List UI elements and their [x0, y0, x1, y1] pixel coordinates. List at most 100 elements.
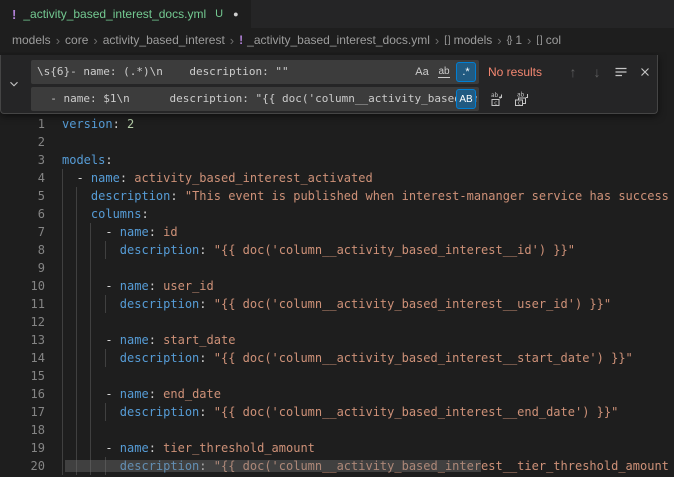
code-line[interactable]: 12	[0, 313, 674, 331]
code-line[interactable]: 19 - name: tier_threshold_amount	[0, 439, 674, 457]
find-in-selection-button[interactable]	[610, 61, 632, 83]
unsaved-dot-icon[interactable]: ●	[233, 9, 238, 19]
code-line[interactable]: 10 - name: user_id	[0, 277, 674, 295]
toggle-replace-chevron[interactable]	[1, 55, 27, 113]
line-number: 7	[0, 223, 45, 241]
breadcrumb-separator: ›	[55, 33, 61, 48]
arrow-down-icon: ↓	[594, 64, 601, 80]
code-line-text: description: "{{ doc('column__activity_b…	[0, 403, 674, 421]
indent-guide	[76, 349, 77, 367]
breadcrumb: models › core › activity_based_interest ›! _ac…	[0, 28, 674, 52]
breadcrumb-label: _activity_based_interest_docs.yml	[247, 33, 430, 47]
indent-guide	[90, 421, 91, 439]
code-line[interactable]: 2	[0, 133, 674, 151]
indent-guide	[90, 277, 91, 295]
code-line[interactable]: 7 - name: id	[0, 223, 674, 241]
code-line[interactable]: 4 - name: activity_based_interest_activa…	[0, 169, 674, 187]
svg-text:ab: ab	[517, 92, 525, 99]
line-number: 11	[0, 295, 45, 313]
replace-input-value: - name: $1\n description: "{{ doc('colum…	[37, 87, 477, 111]
whole-word-toggle[interactable]: ab	[434, 62, 454, 82]
preserve-case-toggle[interactable]: AB	[456, 89, 476, 109]
replace-all-button[interactable]: ab c	[511, 88, 533, 110]
indent-guide	[90, 223, 91, 241]
svg-text:c: c	[494, 101, 497, 107]
breadcrumb-separator: ›	[92, 33, 98, 48]
code-line[interactable]: 13 - name: start_date	[0, 331, 674, 349]
replace-all-icon: ab c	[514, 91, 530, 107]
editor[interactable]: 1version: 223models:4 - name: activity_b…	[0, 52, 674, 477]
symbol-array-icon: [ ]	[444, 35, 449, 46]
indent-guide	[62, 313, 63, 331]
code-line-text: - name: id	[0, 223, 674, 241]
indent-guide	[62, 403, 63, 421]
code-line-text: description: "This event is published wh…	[0, 187, 674, 205]
indent-guide	[90, 295, 91, 313]
code-line[interactable]: 14 description: "{{ doc('column__activit…	[0, 349, 674, 367]
indent-guide	[105, 403, 106, 421]
selection-icon	[613, 64, 629, 80]
breadcrumb-item-activity_based_interest[interactable]: activity_based_interest	[103, 33, 225, 47]
tab-activity-based-interest-docs[interactable]: ! _activity_based_interest_docs.yml U ●	[0, 0, 251, 28]
regex-toggle[interactable]: .*	[456, 62, 476, 82]
replace-input[interactable]: - name: $1\n description: "{{ doc('colum…	[31, 87, 479, 111]
replace-button[interactable]: ab c	[487, 88, 509, 110]
indent-guide	[76, 241, 77, 259]
indent-guide	[76, 277, 77, 295]
horizontal-scrollbar[interactable]	[65, 460, 481, 472]
yaml-file-icon: !	[239, 33, 243, 47]
breadcrumb-separator: ›	[434, 33, 440, 48]
code-line-text: models:	[0, 151, 674, 169]
indent-guide	[62, 457, 63, 475]
code-line-text: - name: activity_based_interest_activate…	[0, 169, 674, 187]
code-line[interactable]: 17 description: "{{ doc('column__activit…	[0, 403, 674, 421]
next-match-button[interactable]: ↓	[586, 61, 608, 83]
indent-guide	[62, 277, 63, 295]
previous-match-button[interactable]: ↑	[562, 61, 584, 83]
symbol-object-icon: {}	[507, 35, 512, 46]
line-number: 4	[0, 169, 45, 187]
indent-guide	[90, 439, 91, 457]
close-icon	[638, 65, 652, 79]
indent-guide	[76, 421, 77, 439]
indent-guide	[62, 331, 63, 349]
indent-guide	[62, 421, 63, 439]
line-number: 2	[0, 133, 45, 151]
indent-guide	[62, 439, 63, 457]
indent-guide	[62, 241, 63, 259]
line-number: 15	[0, 367, 45, 385]
code-line[interactable]: 9	[0, 259, 674, 277]
symbol-array-icon: [ ]	[536, 35, 541, 46]
line-number: 17	[0, 403, 45, 421]
code-line[interactable]: 11 description: "{{ doc('column__activit…	[0, 295, 674, 313]
indent-guide	[62, 223, 63, 241]
replace-icon: ab c	[490, 91, 506, 107]
code-line[interactable]: 8 description: "{{ doc('column__activity…	[0, 241, 674, 259]
breadcrumb-item-_activity_based_interest_docs.yml[interactable]: ! _activity_based_interest_docs.yml	[239, 33, 430, 47]
breadcrumb-item-models[interactable]: models	[12, 33, 51, 47]
breadcrumb-label: activity_based_interest	[103, 33, 225, 47]
code-line[interactable]: 18	[0, 421, 674, 439]
line-number: 20	[0, 457, 45, 475]
code-line[interactable]: 6 columns:	[0, 205, 674, 223]
breadcrumb-separator: ›	[229, 33, 235, 48]
breadcrumb-item-core[interactable]: core	[65, 33, 88, 47]
code-line[interactable]: 5 description: "This event is published …	[0, 187, 674, 205]
match-case-toggle[interactable]: Aa	[412, 62, 432, 82]
indent-guide	[62, 349, 63, 367]
code-line[interactable]: 15	[0, 367, 674, 385]
find-input[interactable]: \s{6}- name: (.*)\n description: "" Aa a…	[31, 60, 479, 84]
svg-text:ab: ab	[491, 92, 499, 99]
close-find-button[interactable]	[634, 61, 656, 83]
code-line[interactable]: 3models:	[0, 151, 674, 169]
code-line[interactable]: 1version: 2	[0, 115, 674, 133]
breadcrumb-item-col[interactable]: [ ]col	[536, 33, 561, 47]
line-number: 6	[0, 205, 45, 223]
breadcrumb-label: models	[454, 33, 493, 47]
breadcrumb-separator: ›	[526, 33, 532, 48]
line-number: 18	[0, 421, 45, 439]
breadcrumb-item-1[interactable]: {}1	[507, 33, 522, 47]
breadcrumb-item-models[interactable]: [ ] models	[444, 33, 492, 47]
code-line[interactable]: 16 - name: end_date	[0, 385, 674, 403]
indent-guide	[90, 313, 91, 331]
